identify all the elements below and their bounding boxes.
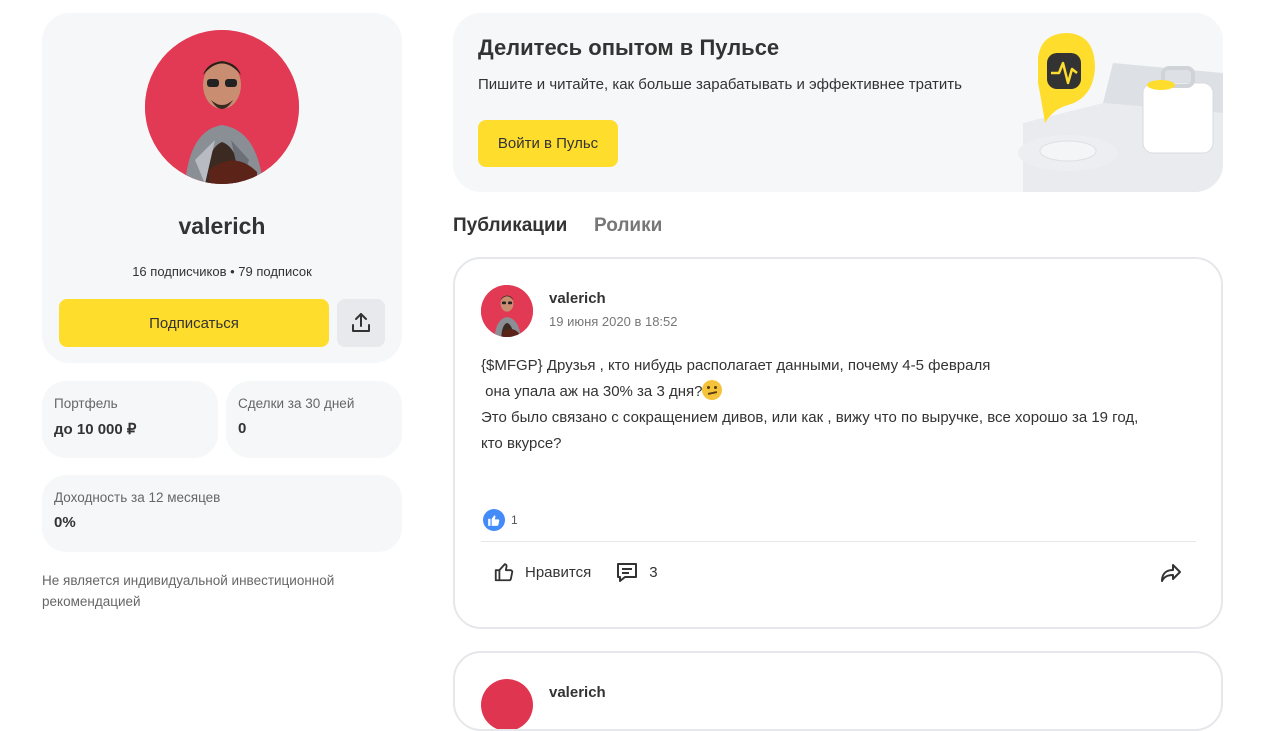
like-button[interactable]: Нравится xyxy=(493,561,591,583)
like-label: Нравится xyxy=(525,563,592,581)
yield-label: Доходность за 12 месяцев xyxy=(54,490,221,505)
tab-reels[interactable]: Ролики xyxy=(594,215,662,237)
post-author-avatar[interactable] xyxy=(481,679,533,729)
post-card: valerich xyxy=(453,651,1223,731)
tab-publications[interactable]: Публикации xyxy=(453,215,567,237)
comments-count: 3 xyxy=(649,563,658,581)
thinking-face-icon xyxy=(702,380,723,400)
comments-button[interactable]: 3 xyxy=(615,560,658,584)
subscribe-button[interactable]: Подписаться xyxy=(59,299,329,347)
post-text-line: Это было связано с сокращением дивов, ил… xyxy=(481,409,1139,426)
share-post-button[interactable] xyxy=(1158,560,1184,586)
divider xyxy=(481,541,1196,542)
banner-title: Делитесь опытом в Пульсе xyxy=(478,35,780,60)
post-author-name[interactable]: valerich xyxy=(549,684,606,701)
post-text-line: кто вкурсе? xyxy=(481,435,562,452)
upload-icon xyxy=(352,313,370,332)
pulse-banner: Делитесь опытом в Пульсе Пишите и читайт… xyxy=(453,13,1223,192)
reactions-summary[interactable]: 1 xyxy=(483,509,518,531)
disclaimer: Не является индивидуальной инвестиционно… xyxy=(42,573,335,609)
banner-illustration xyxy=(983,13,1223,192)
deals-stat: Сделки за 30 дней 0 xyxy=(226,381,402,458)
post-text: {$MFGP} Друзья , кто нибудь располагает … xyxy=(481,353,1201,457)
post-actions: Нравится 3 xyxy=(493,560,682,584)
profile-username: valerich xyxy=(178,213,266,239)
portfolio-stat: Портфель до 10 000 ₽ xyxy=(42,381,218,458)
thumbs-up-icon xyxy=(494,563,514,582)
post-text-line-content: она упала аж на 30% за 3 дня? xyxy=(481,383,703,400)
login-pulse-button[interactable]: Войти в Пульс xyxy=(478,120,618,167)
post-text-line: она упала аж на 30% за 3 дня? xyxy=(481,379,1201,405)
avatar[interactable] xyxy=(145,30,299,184)
profile-card: valerich 16 подписчиков • 79 подписок По… xyxy=(42,13,402,363)
deals-value: 0 xyxy=(238,420,247,437)
portfolio-value: до 10 000 ₽ xyxy=(54,421,137,438)
share-arrow-icon xyxy=(1161,564,1181,582)
post-date: 19 июня 2020 в 18:52 xyxy=(549,314,678,329)
post-author-avatar[interactable] xyxy=(481,285,533,337)
like-reaction-icon xyxy=(483,509,505,531)
post-author-name[interactable]: valerich xyxy=(549,290,606,307)
share-profile-button[interactable] xyxy=(337,299,385,347)
portfolio-label: Портфель xyxy=(54,396,118,411)
yield-value: 0% xyxy=(54,514,76,531)
comment-icon xyxy=(617,563,638,582)
deals-label: Сделки за 30 дней xyxy=(238,396,355,411)
reaction-count: 1 xyxy=(511,513,518,527)
post-card: valerich 19 июня 2020 в 18:52 {$MFGP} Др… xyxy=(453,257,1223,629)
followers-count[interactable]: 16 подписчиков • 79 подписок xyxy=(42,264,402,279)
post-text-line: {$MFGP} Друзья , кто нибудь располагает … xyxy=(481,357,991,374)
yield-stat: Доходность за 12 месяцев 0% xyxy=(42,475,402,552)
banner-text: Пишите и читайте, как больше зарабатыват… xyxy=(478,76,962,93)
